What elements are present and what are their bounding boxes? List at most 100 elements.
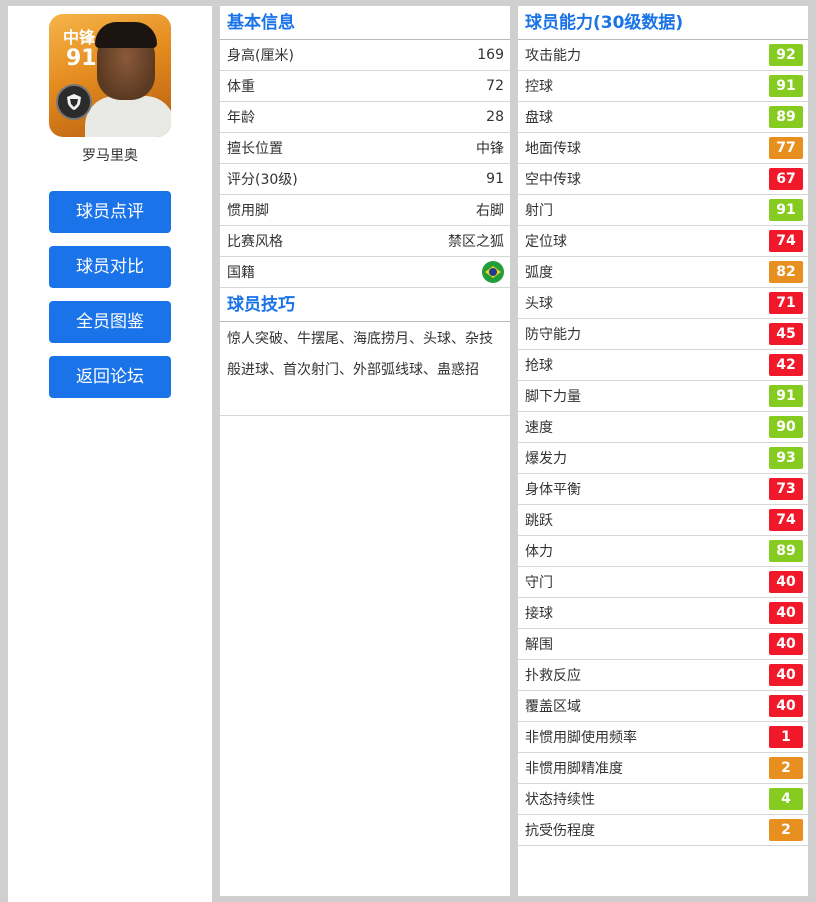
ability-value-badge: 4 bbox=[769, 788, 803, 810]
ability-label: 接球 bbox=[525, 606, 553, 622]
abilities-title: 球员能力(30级数据) bbox=[518, 6, 808, 40]
ability-label: 扑救反应 bbox=[525, 668, 581, 684]
ability-label: 速度 bbox=[525, 420, 553, 436]
ability-row: 非惯用脚精准度 2 bbox=[518, 753, 808, 784]
ability-value-badge: 77 bbox=[769, 137, 803, 159]
ability-value-badge: 93 bbox=[769, 447, 803, 469]
ability-label: 头球 bbox=[525, 296, 553, 312]
abilities-list: 攻击能力 92 控球 91 盘球 89 地面传球 77 空中传球 67 射门 91 定位球 74 弧度 82 头… bbox=[518, 40, 808, 846]
info-row-height: 身高(厘米) 169 bbox=[220, 40, 510, 71]
info-row-nationality: 国籍 bbox=[220, 257, 510, 288]
ability-value-badge: 2 bbox=[769, 819, 803, 841]
ability-label: 覆盖区域 bbox=[525, 699, 581, 715]
ability-label: 定位球 bbox=[525, 234, 567, 250]
ability-row: 速度 90 bbox=[518, 412, 808, 443]
ability-row: 扑救反应 40 bbox=[518, 660, 808, 691]
ability-value-badge: 91 bbox=[769, 199, 803, 221]
ability-value-badge: 42 bbox=[769, 354, 803, 376]
info-label: 身高(厘米) bbox=[227, 48, 294, 64]
ability-row: 弧度 82 bbox=[518, 257, 808, 288]
ability-row: 守门 40 bbox=[518, 567, 808, 598]
info-value: 28 bbox=[486, 109, 504, 125]
ability-value-badge: 1 bbox=[769, 726, 803, 748]
ability-value-badge: 89 bbox=[769, 540, 803, 562]
ability-label: 非惯用脚使用频率 bbox=[525, 730, 637, 746]
ability-value-badge: 40 bbox=[769, 602, 803, 624]
ability-row: 定位球 74 bbox=[518, 226, 808, 257]
player-name: 罗马里奥 bbox=[82, 148, 138, 164]
ability-label: 跳跃 bbox=[525, 513, 553, 529]
ability-label: 抢球 bbox=[525, 358, 553, 374]
info-label: 比赛风格 bbox=[227, 234, 283, 250]
info-label: 国籍 bbox=[227, 265, 255, 281]
ability-label: 地面传球 bbox=[525, 141, 581, 157]
ability-value-badge: 40 bbox=[769, 633, 803, 655]
ability-row: 抢球 42 bbox=[518, 350, 808, 381]
player-compare-button[interactable]: 球员对比 bbox=[49, 246, 171, 288]
ability-value-badge: 90 bbox=[769, 416, 803, 438]
ability-value-badge: 92 bbox=[769, 44, 803, 66]
basic-info-title: 基本信息 bbox=[220, 6, 510, 40]
info-value: 中锋 bbox=[476, 141, 504, 157]
ability-row: 覆盖区域 40 bbox=[518, 691, 808, 722]
info-label: 惯用脚 bbox=[227, 203, 269, 219]
player-gallery-button[interactable]: 全员图鉴 bbox=[49, 301, 171, 343]
ability-label: 守门 bbox=[525, 575, 553, 591]
ability-row: 接球 40 bbox=[518, 598, 808, 629]
info-label: 体重 bbox=[227, 79, 255, 95]
ability-label: 弧度 bbox=[525, 265, 553, 281]
skills-title: 球员技巧 bbox=[220, 288, 510, 322]
ability-row: 非惯用脚使用频率 1 bbox=[518, 722, 808, 753]
abilities-panel: 球员能力(30级数据) 攻击能力 92 控球 91 盘球 89 地面传球 77 空中传球 67 射门… bbox=[518, 6, 808, 896]
brazil-flag-icon bbox=[482, 261, 504, 283]
ability-row: 射门 91 bbox=[518, 195, 808, 226]
info-row-rating: 评分(30级) 91 bbox=[220, 164, 510, 195]
info-row-age: 年龄 28 bbox=[220, 102, 510, 133]
info-value: 72 bbox=[486, 78, 504, 94]
ability-row: 爆发力 93 bbox=[518, 443, 808, 474]
ability-value-badge: 40 bbox=[769, 664, 803, 686]
info-row-position: 擅长位置 中锋 bbox=[220, 133, 510, 164]
ability-label: 射门 bbox=[525, 203, 553, 219]
ability-row: 地面传球 77 bbox=[518, 133, 808, 164]
ability-row: 抗受伤程度 2 bbox=[518, 815, 808, 846]
ability-value-badge: 73 bbox=[769, 478, 803, 500]
info-value: 169 bbox=[477, 47, 504, 63]
skills-text: 惊人突破、牛摆尾、海底捞月、头球、杂技般进球、首次射门、外部弧线球、蛊惑招 bbox=[220, 322, 510, 416]
ability-label: 防守能力 bbox=[525, 327, 581, 343]
ability-value-badge: 91 bbox=[769, 75, 803, 97]
ability-label: 状态持续性 bbox=[525, 792, 595, 808]
ability-row: 状态持续性 4 bbox=[518, 784, 808, 815]
ability-row: 体力 89 bbox=[518, 536, 808, 567]
ability-row: 脚下力量 91 bbox=[518, 381, 808, 412]
player-shirt bbox=[85, 96, 171, 137]
ability-row: 身体平衡 73 bbox=[518, 474, 808, 505]
player-card[interactable]: 中锋 91 bbox=[49, 14, 171, 137]
player-review-button[interactable]: 球员点评 bbox=[49, 191, 171, 233]
ability-value-badge: 2 bbox=[769, 757, 803, 779]
basic-info-panel: 基本信息 身高(厘米) 169 体重 72 年龄 28 擅长位置 中锋 评分(3… bbox=[220, 6, 510, 896]
info-label: 年龄 bbox=[227, 110, 255, 126]
ability-value-badge: 67 bbox=[769, 168, 803, 190]
ability-row: 防守能力 45 bbox=[518, 319, 808, 350]
ability-label: 控球 bbox=[525, 79, 553, 95]
ability-label: 空中传球 bbox=[525, 172, 581, 188]
info-value: 91 bbox=[486, 171, 504, 187]
ability-value-badge: 71 bbox=[769, 292, 803, 314]
ability-label: 解围 bbox=[525, 637, 553, 653]
ability-row: 攻击能力 92 bbox=[518, 40, 808, 71]
ability-row: 解围 40 bbox=[518, 629, 808, 660]
ability-value-badge: 74 bbox=[769, 509, 803, 531]
ability-value-badge: 74 bbox=[769, 230, 803, 252]
ability-row: 空中传球 67 bbox=[518, 164, 808, 195]
ability-label: 爆发力 bbox=[525, 451, 567, 467]
ability-value-badge: 89 bbox=[769, 106, 803, 128]
ability-label: 脚下力量 bbox=[525, 389, 581, 405]
ability-label: 非惯用脚精准度 bbox=[525, 761, 623, 777]
card-rating: 91 bbox=[66, 46, 97, 71]
back-to-forum-button[interactable]: 返回论坛 bbox=[49, 356, 171, 398]
ability-label: 身体平衡 bbox=[525, 482, 581, 498]
info-value: 禁区之狐 bbox=[448, 234, 504, 250]
ability-value-badge: 45 bbox=[769, 323, 803, 345]
info-label: 评分(30级) bbox=[227, 172, 298, 188]
